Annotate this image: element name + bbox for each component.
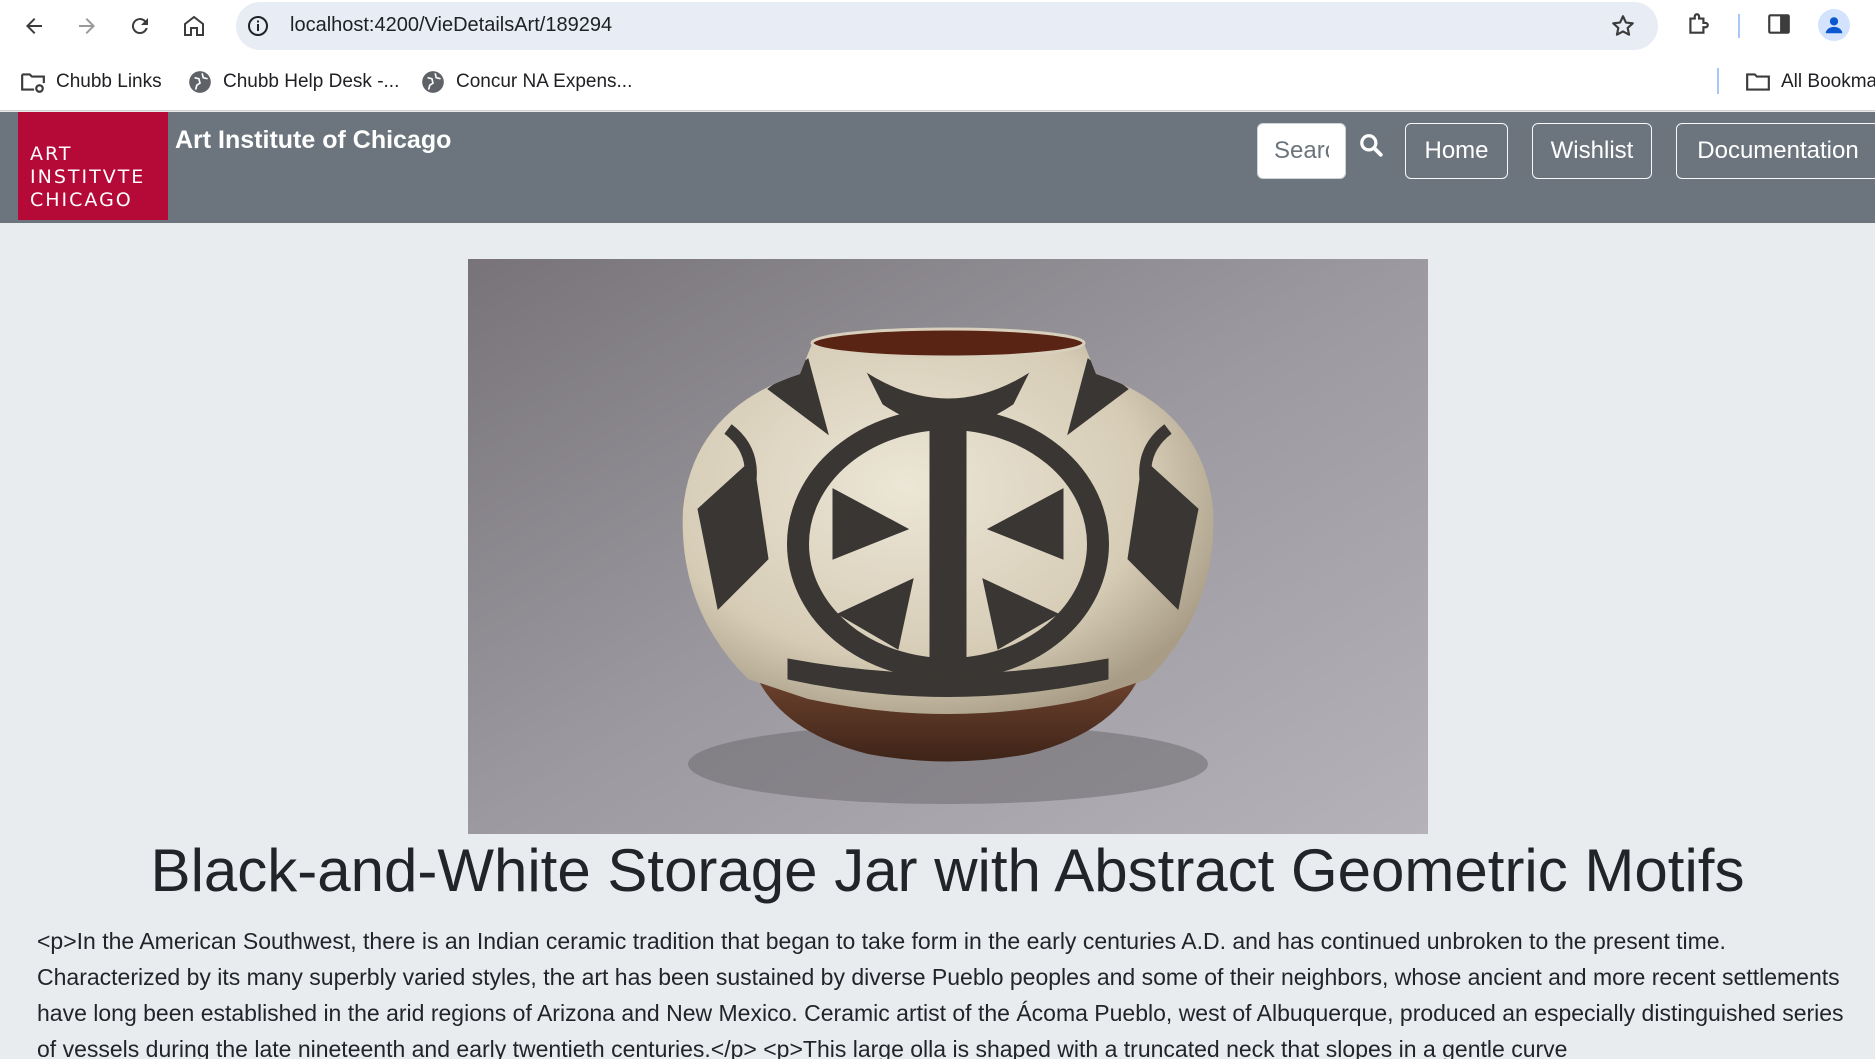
person-icon: [1825, 17, 1843, 34]
profile-avatar[interactable]: [1818, 9, 1850, 41]
all-bookmarks-label: All Bookma: [1781, 71, 1875, 92]
url-text[interactable]: localhost:4200/VieDetailsArt/189294: [290, 14, 612, 37]
browser-toolbar: localhost:4200/VieDetailsArt/189294: [0, 0, 1875, 54]
bookmark-concur-expense[interactable]: Concur NA Expens...: [420, 67, 632, 97]
managed-folder-icon: [21, 73, 45, 93]
home-nav-button[interactable]: Home: [1405, 123, 1508, 179]
reload-button[interactable]: [120, 6, 160, 46]
logo-line: CHICAGO: [30, 189, 133, 211]
bookmark-label: Chubb Links: [56, 71, 162, 92]
info-icon[interactable]: [246, 14, 270, 38]
bookmarks-bar: Chubb Links Chubb Help Desk -... Concur …: [0, 54, 1875, 111]
storage-jar-illustration: [468, 259, 1428, 834]
forward-button[interactable]: [67, 6, 107, 46]
side-panel-button[interactable]: [1764, 9, 1794, 39]
documentation-nav-button[interactable]: Documentation: [1676, 123, 1875, 179]
arrow-right-icon: [79, 18, 95, 34]
reload-icon: [131, 18, 148, 35]
brand-title[interactable]: Art Institute of Chicago: [175, 126, 451, 155]
globe-icon: [422, 71, 444, 93]
toolbar-divider: [1738, 14, 1740, 38]
arrow-left-icon: [26, 18, 42, 34]
home-button[interactable]: [174, 6, 214, 46]
logo-line: ART: [30, 143, 73, 165]
artwork-description: <p>In the American Southwest, there is a…: [37, 928, 1844, 1059]
wishlist-nav-button[interactable]: Wishlist: [1532, 123, 1652, 179]
app-navbar: ART INSTITVTE CHICAGO Art Institute of C…: [0, 112, 1875, 223]
side-panel-icon: [1768, 14, 1790, 34]
address-bar[interactable]: localhost:4200/VieDetailsArt/189294: [236, 2, 1658, 50]
puzzle-icon: [1689, 13, 1709, 34]
bookmark-label: Concur NA Expens...: [456, 71, 633, 92]
folder-icon: [1746, 73, 1770, 91]
search-icon[interactable]: [1358, 132, 1384, 158]
search-input[interactable]: [1257, 123, 1346, 179]
artwork-image: [468, 259, 1428, 834]
aic-logo[interactable]: ART INSTITVTE CHICAGO: [18, 112, 168, 220]
all-bookmarks-button[interactable]: All Bookma: [1745, 67, 1875, 97]
bookmark-chubb-help-desk[interactable]: Chubb Help Desk -...: [187, 67, 399, 97]
logo-line: INSTITVTE: [30, 166, 146, 188]
star-icon[interactable]: [1610, 13, 1636, 39]
extensions-button[interactable]: [1683, 9, 1713, 39]
artwork-title: Black-and-White Storage Jar with Abstrac…: [150, 837, 1745, 904]
bookmark-label: Chubb Help Desk -...: [223, 71, 400, 92]
bookmarks-divider: [1717, 68, 1719, 94]
back-button[interactable]: [14, 6, 54, 46]
globe-icon: [189, 71, 211, 93]
bookmark-chubb-links[interactable]: Chubb Links: [20, 67, 162, 97]
home-icon: [184, 15, 204, 36]
